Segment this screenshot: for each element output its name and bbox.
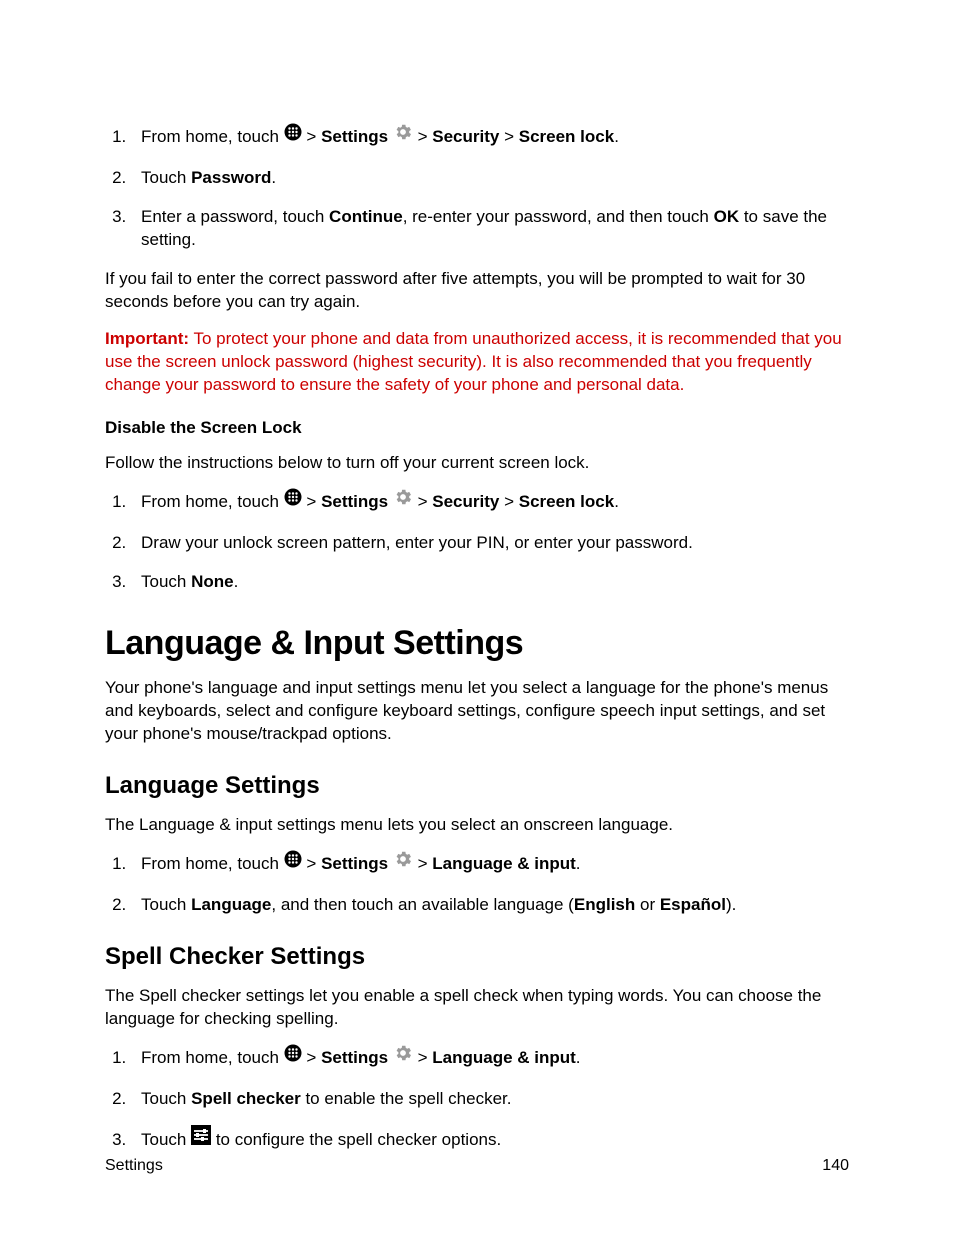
gt: > [418,1048,433,1067]
subheading-disable: Disable the Screen Lock [105,418,849,438]
ordered-list-4: From home, touch > Settings > Language &… [105,1045,849,1154]
footer-section: Settings [105,1157,163,1175]
paragraph: The Spell checker settings let you enabl… [105,985,849,1031]
text: From home, touch [141,127,284,146]
gt: > [504,492,519,511]
bold-text: Security [432,127,499,146]
bold-text: Language & input [432,1048,576,1067]
heading-language-input: Language & Input Settings [105,624,849,663]
list-item: From home, touch > Settings > Security >… [131,124,849,151]
apps-icon [284,1044,302,1069]
list-item: Touch Spell checker to enable the spell … [131,1088,849,1111]
paragraph: The Language & input settings menu lets … [105,814,849,837]
text: Enter a password, touch [141,207,329,226]
bold-text: Password [191,168,271,187]
list-item: Enter a password, touch Continue, re-ent… [131,206,849,252]
heading-spell-checker: Spell Checker Settings [105,943,849,971]
gt: > [418,854,433,873]
bold-text: Language & input [432,854,576,873]
apps-icon [284,488,302,513]
important-note: Important: To protect your phone and dat… [105,328,849,397]
bold-text: Settings [321,492,388,511]
heading-language-settings: Language Settings [105,772,849,800]
list-item: Touch None. [131,571,849,594]
text: , and then touch an available language ( [271,895,573,914]
text: Touch [141,1089,191,1108]
bold-text: Spell checker [191,1089,301,1108]
list-item: From home, touch > Settings > Security >… [131,489,849,516]
page-footer: Settings 140 [105,1157,849,1175]
list-item: From home, touch > Settings > Language &… [131,1045,849,1072]
period: . [614,127,619,146]
bold-text: English [574,895,635,914]
text: ). [726,895,736,914]
list-item: Draw your unlock screen pattern, enter y… [131,532,849,555]
bold-text: Settings [321,1048,388,1067]
ordered-list-1: From home, touch > Settings > Security >… [105,124,849,252]
list-item: From home, touch > Settings > Language &… [131,851,849,878]
list-item: Touch Language, and then touch an availa… [131,894,849,917]
list-item: Touch Password. [131,167,849,190]
text: From home, touch [141,1048,284,1067]
bold-text: OK [714,207,740,226]
bold-text: Settings [321,854,388,873]
apps-icon [284,123,302,148]
important-label: Important: [105,329,189,348]
bold-text: Language [191,895,271,914]
text: to configure the spell checker options. [216,1130,501,1149]
gt: > [306,854,321,873]
gt: > [306,492,321,511]
list-item: Touch to configure the spell checker opt… [131,1127,849,1154]
gt: > [504,127,519,146]
text: From home, touch [141,492,284,511]
paragraph: Follow the instructions below to turn of… [105,452,849,475]
important-text: To protect your phone and data from unau… [105,329,842,394]
paragraph: If you fail to enter the correct passwor… [105,268,849,314]
gear-icon [393,849,413,876]
text: From home, touch [141,854,284,873]
bold-text: Español [660,895,726,914]
ordered-list-3: From home, touch > Settings > Language &… [105,851,849,917]
text: . [234,572,239,591]
ordered-list-2: From home, touch > Settings > Security >… [105,489,849,594]
gear-icon [393,487,413,514]
text: to enable the spell checker. [301,1089,512,1108]
bold-text: Continue [329,207,403,226]
gt: > [418,492,433,511]
bold-text: None [191,572,234,591]
gt: > [418,127,433,146]
bold-text: Screen lock [519,492,614,511]
apps-icon [284,850,302,875]
text: Touch [141,168,191,187]
gear-icon [393,1043,413,1070]
text: Touch [141,1130,191,1149]
period: . [576,854,581,873]
bold-text: Screen lock [519,127,614,146]
bold-text: Settings [321,127,388,146]
gear-icon [393,122,413,149]
bold-text: Security [432,492,499,511]
text: Touch [141,572,191,591]
gt: > [306,1048,321,1067]
document-page: From home, touch > Settings > Security >… [0,0,954,1235]
text: , re-enter your password, and then touch [403,207,714,226]
sliders-icon [191,1125,211,1152]
text: . [271,168,276,187]
gt: > [306,127,321,146]
text: Touch [141,895,191,914]
footer-page-number: 140 [822,1157,849,1175]
period: . [614,492,619,511]
text: or [635,895,660,914]
paragraph: Your phone's language and input settings… [105,677,849,746]
period: . [576,1048,581,1067]
